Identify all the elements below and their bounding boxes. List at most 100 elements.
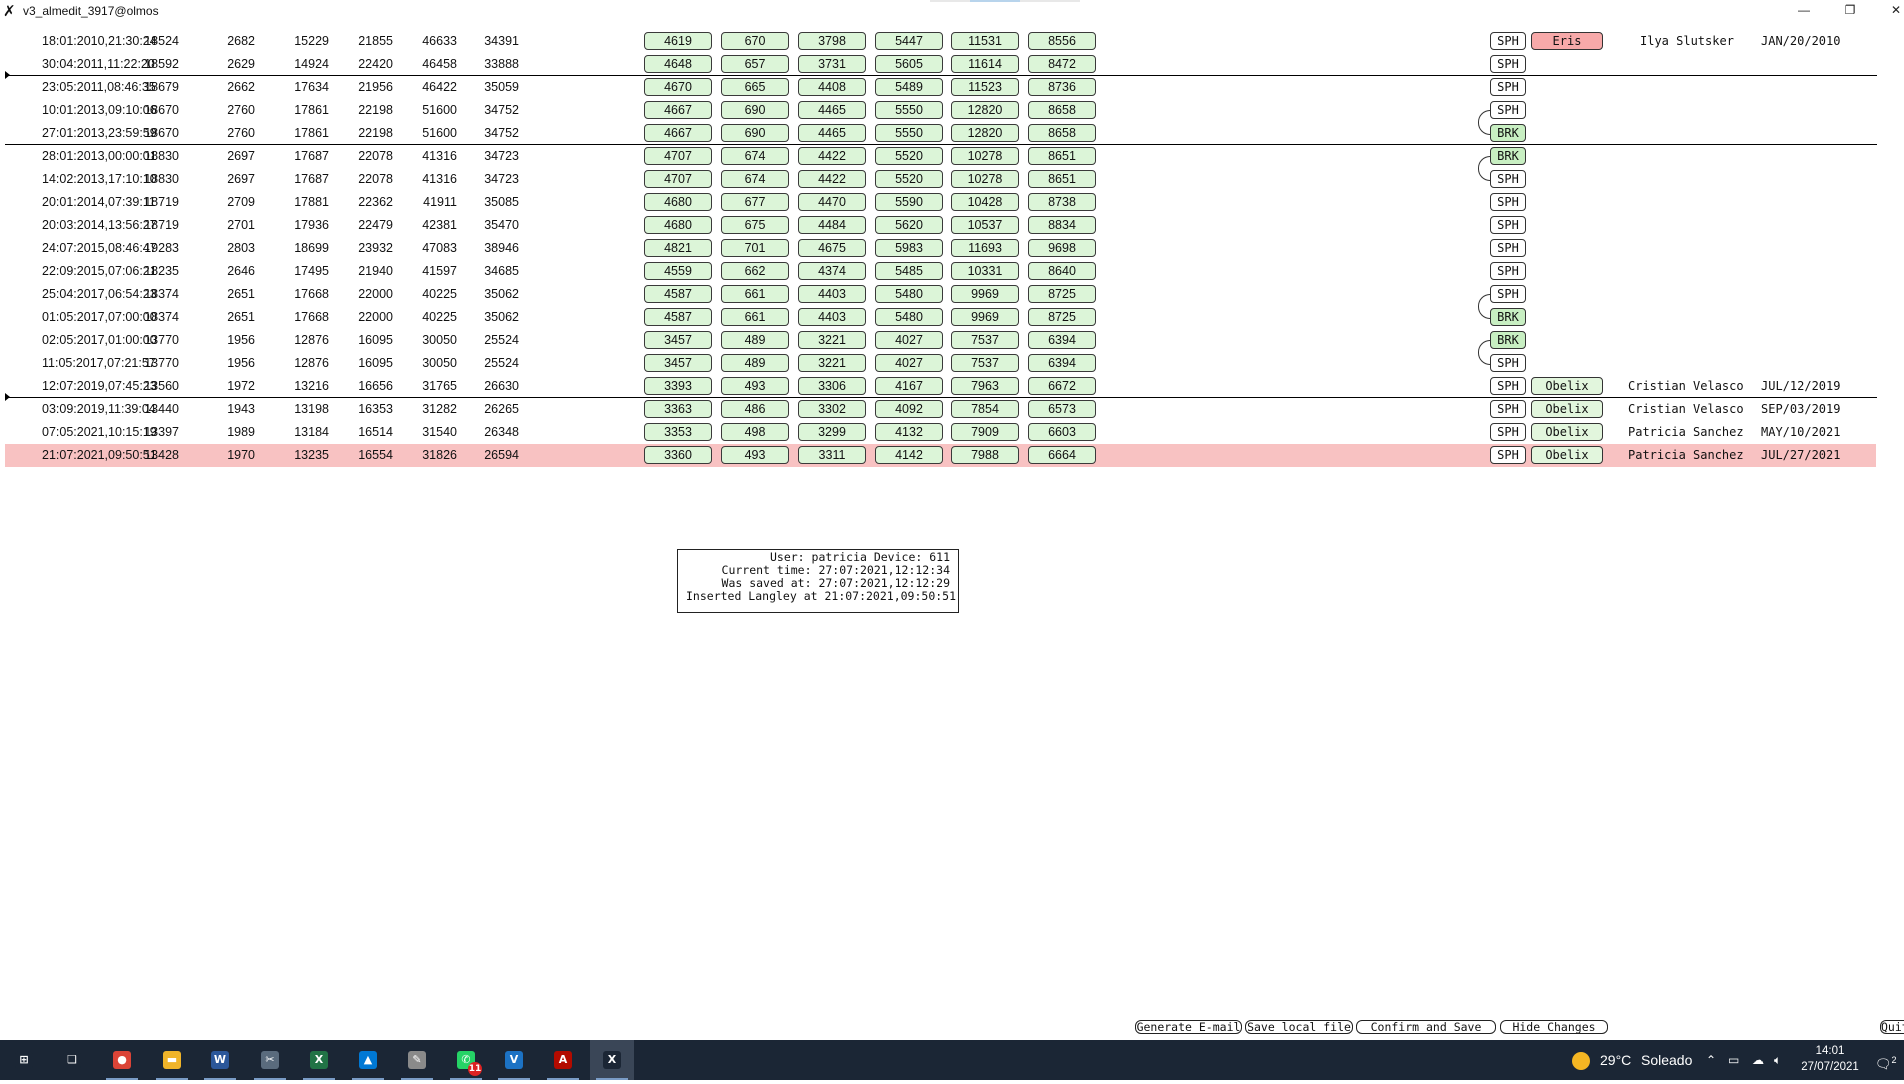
editable-value-box[interactable]: 5520 (875, 147, 943, 165)
excel-icon[interactable]: X (297, 1040, 341, 1080)
editable-value-box[interactable]: 4648 (644, 55, 712, 73)
editable-value-box[interactable]: 6573 (1028, 400, 1096, 418)
row-type-tag[interactable]: BRK (1490, 308, 1526, 326)
onedrive-icon[interactable]: ☁ (1752, 1040, 1764, 1080)
editable-value-box[interactable]: 5983 (875, 239, 943, 257)
editable-value-box[interactable]: 493 (721, 377, 789, 395)
editable-value-box[interactable]: 8725 (1028, 285, 1096, 303)
editable-value-box[interactable]: 4422 (798, 170, 866, 188)
editable-value-box[interactable]: 662 (721, 262, 789, 280)
confirm-and-save-button[interactable]: Confirm and Save (1356, 1020, 1496, 1034)
editable-value-box[interactable]: 3306 (798, 377, 866, 395)
quit-button[interactable]: Quit (1880, 1020, 1904, 1034)
editable-value-box[interactable]: 3221 (798, 354, 866, 372)
editable-value-box[interactable]: 674 (721, 147, 789, 165)
editable-value-box[interactable]: 7909 (951, 423, 1019, 441)
editable-value-box[interactable]: 4422 (798, 147, 866, 165)
row-type-tag[interactable]: BRK (1490, 331, 1526, 349)
editable-value-box[interactable]: 4403 (798, 285, 866, 303)
editable-value-box[interactable]: 674 (721, 170, 789, 188)
row-type-tag[interactable]: SPH (1490, 423, 1526, 441)
editable-value-box[interactable]: 5550 (875, 124, 943, 142)
editable-value-box[interactable]: 10278 (951, 147, 1019, 165)
editable-value-box[interactable]: 11523 (951, 78, 1019, 96)
editable-value-box[interactable]: 8658 (1028, 124, 1096, 142)
acrobat-icon[interactable]: A (541, 1040, 585, 1080)
row-type-tag[interactable]: SPH (1490, 354, 1526, 372)
row-type-tag[interactable]: SPH (1490, 32, 1526, 50)
row-type-tag[interactable]: BRK (1490, 147, 1526, 165)
editable-value-box[interactable]: 4465 (798, 124, 866, 142)
editable-value-box[interactable]: 670 (721, 32, 789, 50)
editable-value-box[interactable]: 3221 (798, 331, 866, 349)
editable-value-box[interactable]: 3457 (644, 331, 712, 349)
start-icon[interactable]: ⊞ (2, 1040, 46, 1080)
editable-value-box[interactable]: 3360 (644, 446, 712, 464)
editable-value-box[interactable]: 8738 (1028, 193, 1096, 211)
editable-value-box[interactable]: 661 (721, 308, 789, 326)
chevron-up-icon[interactable]: ⌃ (1706, 1040, 1716, 1080)
editable-value-box[interactable]: 3302 (798, 400, 866, 418)
editable-value-box[interactable]: 4167 (875, 377, 943, 395)
editable-value-box[interactable]: 8834 (1028, 216, 1096, 234)
editable-value-box[interactable]: 5485 (875, 262, 943, 280)
row-type-tag[interactable]: SPH (1490, 262, 1526, 280)
editable-value-box[interactable]: 8736 (1028, 78, 1096, 96)
editable-value-box[interactable]: 5480 (875, 308, 943, 326)
editable-value-box[interactable]: 498 (721, 423, 789, 441)
network-icon[interactable]: ▭ (1728, 1040, 1739, 1080)
editable-value-box[interactable]: 4465 (798, 101, 866, 119)
editable-value-box[interactable]: 10537 (951, 216, 1019, 234)
editable-value-box[interactable]: 3353 (644, 423, 712, 441)
row-type-tag[interactable]: SPH (1490, 78, 1526, 96)
whatsapp-icon[interactable]: ✆ 11 (444, 1040, 488, 1080)
row-type-tag[interactable]: SPH (1490, 55, 1526, 73)
row-instrument-name[interactable]: Obelix (1531, 423, 1603, 441)
row-instrument-name[interactable]: Obelix (1531, 377, 1603, 395)
editable-value-box[interactable]: 3299 (798, 423, 866, 441)
editable-value-box[interactable]: 10331 (951, 262, 1019, 280)
editable-value-box[interactable]: 3311 (798, 446, 866, 464)
editable-value-box[interactable]: 4675 (798, 239, 866, 257)
editable-value-box[interactable]: 489 (721, 331, 789, 349)
row-type-tag[interactable]: SPH (1490, 101, 1526, 119)
editable-value-box[interactable]: 4680 (644, 216, 712, 234)
editable-value-box[interactable]: 7854 (951, 400, 1019, 418)
editable-value-box[interactable]: 5550 (875, 101, 943, 119)
editable-value-box[interactable]: 5590 (875, 193, 943, 211)
editable-value-box[interactable]: 4707 (644, 170, 712, 188)
editable-value-box[interactable]: 7988 (951, 446, 1019, 464)
editable-value-box[interactable]: 3798 (798, 32, 866, 50)
paint-icon[interactable]: ✎ (395, 1040, 439, 1080)
screen-snip-icon[interactable]: ✂ (248, 1040, 292, 1080)
editable-value-box[interactable]: 11614 (951, 55, 1019, 73)
editable-value-box[interactable]: 8556 (1028, 32, 1096, 50)
editable-value-box[interactable]: 690 (721, 101, 789, 119)
editable-value-box[interactable]: 4680 (644, 193, 712, 211)
minimize-button[interactable]: — (1781, 0, 1827, 22)
editable-value-box[interactable]: 4142 (875, 446, 943, 464)
editable-value-box[interactable]: 493 (721, 446, 789, 464)
editable-value-box[interactable]: 489 (721, 354, 789, 372)
editable-value-box[interactable]: 8658 (1028, 101, 1096, 119)
editable-value-box[interactable]: 5447 (875, 32, 943, 50)
editable-value-box[interactable]: 657 (721, 55, 789, 73)
editable-value-box[interactable]: 10278 (951, 170, 1019, 188)
editable-value-box[interactable]: 677 (721, 193, 789, 211)
editable-value-box[interactable]: 4132 (875, 423, 943, 441)
editable-value-box[interactable]: 6664 (1028, 446, 1096, 464)
vscode-icon[interactable]: V (492, 1040, 536, 1080)
editable-value-box[interactable]: 4707 (644, 147, 712, 165)
editable-value-box[interactable]: 4403 (798, 308, 866, 326)
editable-value-box[interactable]: 486 (721, 400, 789, 418)
editable-value-box[interactable]: 8651 (1028, 170, 1096, 188)
editable-value-box[interactable]: 3363 (644, 400, 712, 418)
chrome-icon[interactable]: ● (100, 1040, 144, 1080)
editable-value-box[interactable]: 6672 (1028, 377, 1096, 395)
editable-value-box[interactable]: 11693 (951, 239, 1019, 257)
editable-value-box[interactable]: 4667 (644, 101, 712, 119)
editable-value-box[interactable]: 8640 (1028, 262, 1096, 280)
editable-value-box[interactable]: 4619 (644, 32, 712, 50)
editable-value-box[interactable]: 4821 (644, 239, 712, 257)
editable-value-box[interactable]: 4470 (798, 193, 866, 211)
